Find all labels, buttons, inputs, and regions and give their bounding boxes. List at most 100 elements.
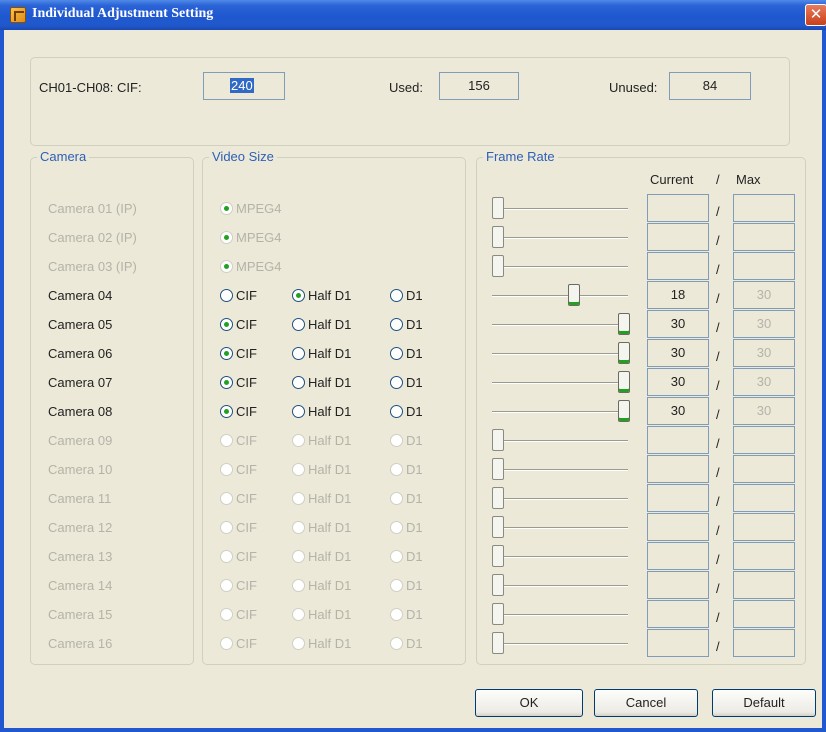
frame-rate-track <box>492 295 628 297</box>
video-size-radio-half-d1 <box>292 463 305 476</box>
video-size-option-label: CIF <box>236 520 257 535</box>
video-size-radio-d1[interactable] <box>390 347 403 360</box>
max-frame-rate-field <box>733 223 795 251</box>
max-frame-rate-field <box>733 571 795 599</box>
current-frame-rate-field <box>647 455 709 483</box>
current-frame-rate-field[interactable]: 18 <box>647 281 709 309</box>
frame-rate-track <box>492 527 628 529</box>
camera-group-title: Camera <box>37 149 90 164</box>
channel-value-field[interactable]: 240 <box>203 72 285 100</box>
video-size-option-label: CIF <box>236 549 257 564</box>
frame-rate-track <box>492 614 628 616</box>
current-frame-rate-field <box>647 542 709 570</box>
video-size-option-label: Half D1 <box>308 346 352 361</box>
current-frame-rate-field[interactable]: 30 <box>647 368 709 396</box>
frame-rate-slider <box>492 545 504 567</box>
video-size-radio-cif[interactable] <box>220 318 233 331</box>
current-frame-rate-field <box>647 571 709 599</box>
frame-rate-separator: / <box>716 320 720 335</box>
camera-name: Camera 06 <box>48 346 113 361</box>
video-size-option-label: CIF <box>236 462 257 477</box>
camera-name: Camera 04 <box>48 288 113 303</box>
current-frame-rate-field <box>647 252 709 280</box>
video-size-radio-cif <box>220 608 233 621</box>
video-size-radio-half-d1[interactable] <box>292 318 305 331</box>
frame-rate-slider[interactable] <box>618 342 630 364</box>
video-size-radio-half-d1[interactable] <box>292 405 305 418</box>
video-size-radio-d1 <box>390 550 403 563</box>
frame-rate-slider <box>492 458 504 480</box>
video-size-radio-half-d1[interactable] <box>292 347 305 360</box>
video-size-radio-cif <box>220 550 233 563</box>
video-size-radio-half-d1 <box>292 608 305 621</box>
video-size-option-label: CIF <box>236 375 257 390</box>
frame-rate-slider <box>492 255 504 277</box>
unused-label: Unused: <box>609 80 658 95</box>
ok-button[interactable]: OK <box>475 689 583 717</box>
video-size-radio-cif[interactable] <box>220 405 233 418</box>
video-size-radio-half-d1[interactable] <box>292 376 305 389</box>
frame-rate-separator: / <box>716 610 720 625</box>
cancel-button[interactable]: Cancel <box>594 689 698 717</box>
frame-rate-separator: / <box>716 204 720 219</box>
frame-rate-separator: / <box>716 436 720 451</box>
video-size-option-label: D1 <box>406 491 423 506</box>
video-size-radio-cif[interactable] <box>220 376 233 389</box>
video-size-radio-d1[interactable] <box>390 405 403 418</box>
frame-rate-separator: / <box>716 465 720 480</box>
frame-rate-slider[interactable] <box>618 313 630 335</box>
video-size-radio-cif[interactable] <box>220 289 233 302</box>
frame-rate-separator: / <box>716 378 720 393</box>
frame-rate-slider[interactable] <box>618 400 630 422</box>
frame-rate-slider[interactable] <box>618 371 630 393</box>
video-size-option-label: Half D1 <box>308 462 352 477</box>
current-frame-rate-field[interactable]: 30 <box>647 397 709 425</box>
video-size-option-label: D1 <box>406 317 423 332</box>
video-size-option-label: MPEG4 <box>236 259 282 274</box>
video-size-radio-d1[interactable] <box>390 318 403 331</box>
video-size-option-label: D1 <box>406 404 423 419</box>
frame-rate-track <box>492 266 628 268</box>
video-size-option-label: MPEG4 <box>236 201 282 216</box>
video-size-radio-d1 <box>390 492 403 505</box>
video-size-option-label: D1 <box>406 549 423 564</box>
video-size-option-label: CIF <box>236 288 257 303</box>
video-size-option-label: CIF <box>236 433 257 448</box>
frame-rate-track <box>492 324 628 326</box>
frame-rate-separator: / <box>716 262 720 277</box>
video-size-radio-cif <box>220 521 233 534</box>
video-size-option-label: CIF <box>236 607 257 622</box>
frame-rate-track <box>492 556 628 558</box>
close-button[interactable]: ✕ <box>805 4 826 26</box>
frame-rate-group-title: Frame Rate <box>483 149 558 164</box>
max-frame-rate-field <box>733 542 795 570</box>
max-frame-rate-field: 30 <box>733 310 795 338</box>
used-value-field: 156 <box>439 72 519 100</box>
frame-rate-slider <box>492 429 504 451</box>
current-frame-rate-field[interactable]: 30 <box>647 339 709 367</box>
max-frame-rate-field: 30 <box>733 397 795 425</box>
camera-name: Camera 02 (IP) <box>48 230 137 245</box>
frame-rate-slider[interactable] <box>567 284 580 306</box>
camera-name: Camera 12 <box>48 520 113 535</box>
video-size-radio-d1[interactable] <box>390 376 403 389</box>
max-frame-rate-field <box>733 426 795 454</box>
video-size-radio-half-d1 <box>292 521 305 534</box>
video-size-radio-half-d1[interactable] <box>292 289 305 302</box>
current-frame-rate-field <box>647 513 709 541</box>
current-frame-rate-field <box>647 600 709 628</box>
max-frame-rate-field <box>733 194 795 222</box>
video-size-radio-cif <box>220 637 233 650</box>
frame-rate-slider <box>492 632 504 654</box>
default-button[interactable]: Default <box>712 689 816 717</box>
video-size-radio-d1[interactable] <box>390 289 403 302</box>
video-size-radio-half-d1 <box>292 637 305 650</box>
video-size-option-label: Half D1 <box>308 317 352 332</box>
video-size-option-label: CIF <box>236 636 257 651</box>
max-frame-rate-field: 30 <box>733 281 795 309</box>
video-size-radio-cif[interactable] <box>220 347 233 360</box>
video-size-option-label: D1 <box>406 346 423 361</box>
frame-rate-slider <box>492 574 504 596</box>
max-frame-rate-field <box>733 484 795 512</box>
current-frame-rate-field[interactable]: 30 <box>647 310 709 338</box>
